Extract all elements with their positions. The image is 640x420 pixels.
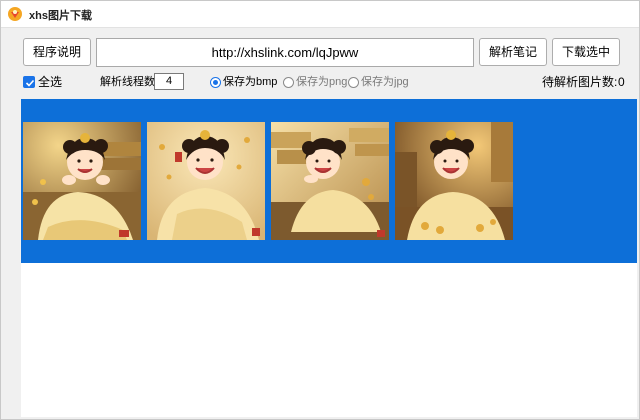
save-jpg-radio[interactable] xyxy=(348,77,359,88)
app-window: xhs图片下载 程序说明 http://xhslink.com/lqJpww 解… xyxy=(0,0,640,420)
save-png-radio[interactable] xyxy=(283,77,294,88)
parse-note-button[interactable]: 解析笔记 xyxy=(479,38,547,66)
thumbnail-4[interactable] xyxy=(395,122,513,240)
save-png-label[interactable]: 保存为png xyxy=(296,73,347,91)
thumbnail-2[interactable] xyxy=(147,122,265,240)
save-jpg-label[interactable]: 保存为jpg xyxy=(361,73,409,91)
app-logo-icon xyxy=(8,7,22,21)
help-button[interactable]: 程序说明 xyxy=(23,38,91,66)
thumbnail-1[interactable] xyxy=(23,122,141,240)
select-all-label[interactable]: 全选 xyxy=(38,73,62,91)
checkmark-icon xyxy=(25,79,35,87)
save-bmp-label[interactable]: 保存为bmp xyxy=(223,73,277,91)
select-all-checkbox[interactable] xyxy=(23,76,35,88)
image-gallery xyxy=(21,99,637,263)
download-selected-button[interactable]: 下载选中 xyxy=(552,38,620,66)
title-bar: xhs图片下载 xyxy=(1,1,639,28)
window-title: xhs图片下载 xyxy=(29,10,92,22)
pending-count-value: 0 xyxy=(618,75,625,89)
url-input[interactable]: http://xhslink.com/lqJpww xyxy=(96,38,474,67)
save-bmp-radio[interactable] xyxy=(210,77,221,88)
pending-count-label: 待解析图片数: xyxy=(542,75,618,89)
empty-content-area xyxy=(21,263,637,417)
thread-count-label: 解析线程数: xyxy=(100,76,159,88)
thread-count-input[interactable]: 4 xyxy=(154,73,184,90)
thumbnail-3[interactable] xyxy=(271,122,389,240)
